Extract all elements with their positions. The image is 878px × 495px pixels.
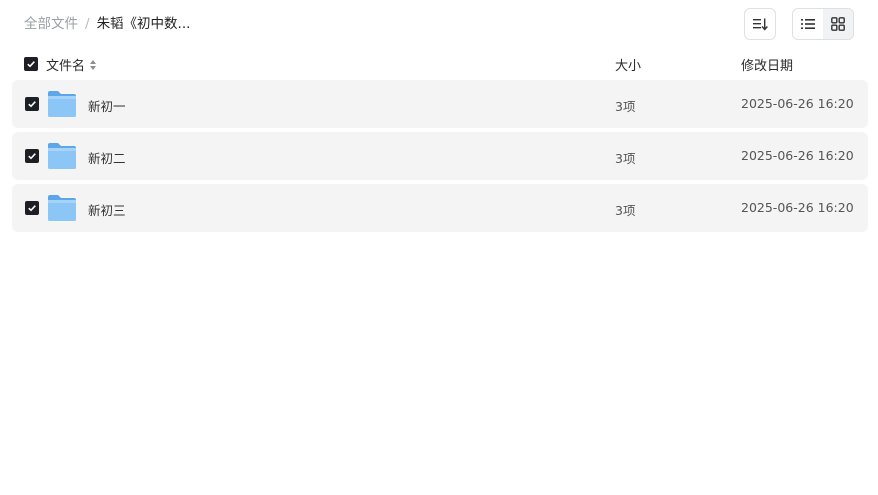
table-row[interactable]: 新初二 3项 2025-06-26 16:20 (12, 132, 868, 180)
breadcrumb-root[interactable]: 全部文件 (24, 15, 78, 33)
table-row[interactable]: 新初三 3项 2025-06-26 16:20 (12, 184, 868, 232)
check-icon (28, 101, 36, 108)
folder-icon (48, 143, 76, 169)
folder-icon (48, 195, 76, 221)
check-icon (27, 61, 35, 68)
row-name[interactable]: 新初三 (88, 200, 126, 219)
select-all-checkbox[interactable] (24, 57, 38, 71)
row-name[interactable]: 新初一 (88, 96, 126, 115)
row-checkbox[interactable] (25, 149, 39, 163)
size-column-header: 大小 (615, 59, 642, 74)
check-icon (28, 153, 36, 160)
row-size: 3项 (615, 203, 636, 218)
grid-view-button[interactable] (823, 9, 853, 39)
name-header-label: 文件名 (46, 59, 86, 74)
sort-button[interactable] (744, 8, 776, 40)
name-column-header[interactable]: 文件名 (46, 55, 97, 74)
sort-toggle-icon[interactable] (89, 59, 97, 71)
row-date: 2025-06-26 16:20 (741, 200, 854, 215)
view-toggle (792, 8, 854, 40)
row-size: 3项 (615, 151, 636, 166)
row-name[interactable]: 新初二 (88, 148, 126, 167)
folder-icon (48, 91, 76, 117)
row-checkbox[interactable] (25, 97, 39, 111)
check-icon (28, 205, 36, 212)
file-browser: 全部文件 / 朱韬《初中数... 文件名 大小 修改日期 新初一 3项 2025… (0, 0, 878, 495)
breadcrumb-separator: / (85, 16, 90, 32)
breadcrumb-current: 朱韬《初中数... (96, 16, 191, 32)
row-date: 2025-06-26 16:20 (741, 148, 854, 163)
sort-list-icon (753, 18, 768, 31)
list-view-icon (801, 19, 815, 29)
row-date: 2025-06-26 16:20 (741, 96, 854, 111)
table-header: 文件名 大小 修改日期 (12, 52, 868, 76)
breadcrumb: 全部文件 / 朱韬《初中数... (24, 15, 190, 33)
row-size: 3项 (615, 99, 636, 114)
date-column-header: 修改日期 (741, 59, 794, 74)
table-row[interactable]: 新初一 3项 2025-06-26 16:20 (12, 80, 868, 128)
list-view-button[interactable] (793, 9, 823, 39)
row-checkbox[interactable] (25, 201, 39, 215)
grid-view-icon (831, 17, 845, 31)
